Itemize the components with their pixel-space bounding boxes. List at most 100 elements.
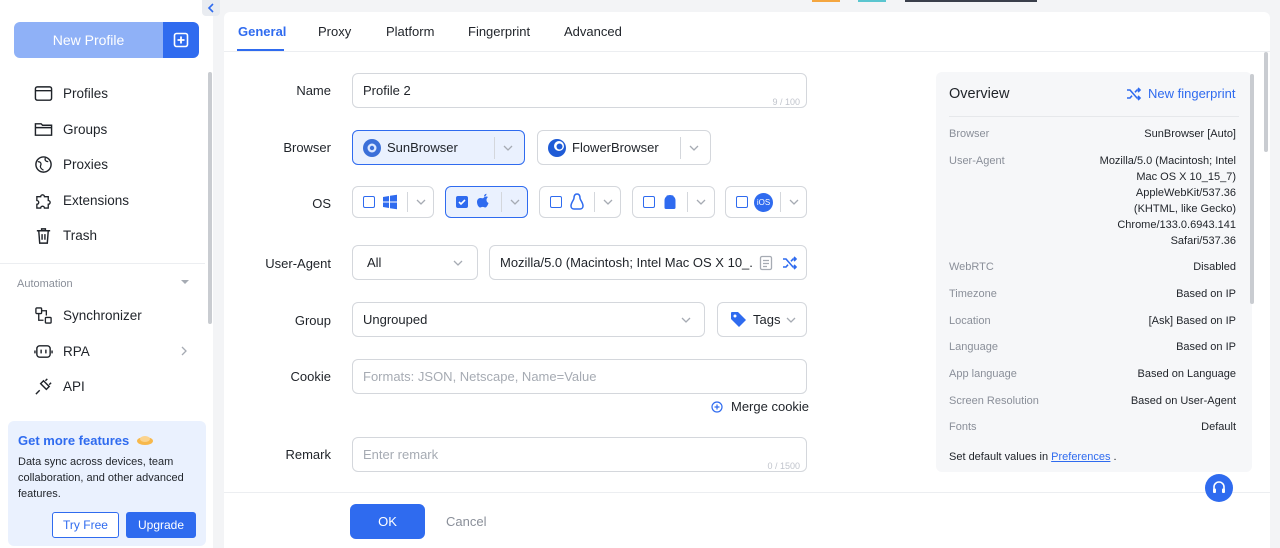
os-option-android[interactable] <box>632 186 715 218</box>
user-agent-input[interactable]: Mozilla/5.0 (Macintosh; Intel Mac OS X 1… <box>489 245 807 280</box>
sidebar-item-proxies[interactable]: Proxies <box>34 153 108 175</box>
automation-section-header[interactable]: Automation <box>17 278 189 290</box>
overview-label-browser: Browser <box>949 128 990 140</box>
ok-button[interactable]: OK <box>350 504 425 539</box>
chevron-down-icon[interactable] <box>416 197 426 207</box>
checkbox[interactable] <box>550 196 562 208</box>
trash-icon <box>36 227 51 244</box>
os-option-macos[interactable] <box>445 186 528 218</box>
chevron-down-icon[interactable] <box>603 197 613 207</box>
divider <box>780 192 781 212</box>
user-agent-value: Mozilla/5.0 (Macintosh; Intel Mac OS X 1… <box>500 255 753 270</box>
overview-scrollbar[interactable] <box>1250 74 1254 304</box>
divider <box>494 136 495 159</box>
chevron-down-icon[interactable] <box>510 197 520 207</box>
group-select[interactable]: Ungrouped <box>352 302 705 337</box>
preferences-link[interactable]: Preferences <box>1051 451 1110 463</box>
os-label: OS <box>312 196 331 211</box>
sidebar-item-profiles[interactable]: Profiles <box>34 82 108 104</box>
user-agent-filter-select[interactable]: All <box>352 245 478 280</box>
sidebar-item-synchronizer[interactable]: Synchronizer <box>34 304 142 326</box>
overview-value-location: [Ask] Based on IP <box>1148 315 1236 327</box>
globe-icon <box>35 155 52 173</box>
plus-circle-icon <box>711 400 723 413</box>
try-free-button[interactable]: Try Free <box>52 512 119 538</box>
checkbox[interactable] <box>363 196 375 208</box>
document-icon[interactable] <box>759 255 773 271</box>
tab-platform[interactable]: Platform <box>386 24 434 39</box>
chevron-down-icon[interactable] <box>789 197 799 207</box>
user-agent-label: User-Agent <box>265 256 331 271</box>
divider <box>949 116 1239 117</box>
android-icon <box>664 194 676 209</box>
sidebar-item-label: API <box>63 378 85 394</box>
chevron-down-icon[interactable] <box>503 143 513 153</box>
tab-advanced[interactable]: Advanced <box>564 24 622 39</box>
form-footer: OK Cancel <box>224 492 1270 548</box>
merge-cookie-label: Merge cookie <box>731 399 810 414</box>
new-profile-button[interactable]: New Profile <box>14 22 199 58</box>
overview-label-location: Location <box>949 315 991 327</box>
merge-cookie-button[interactable]: Merge cookie <box>711 399 809 414</box>
tab-proxy[interactable]: Proxy <box>318 24 351 39</box>
browser-option-sunbrowser[interactable]: SunBrowser <box>352 130 525 165</box>
sidebar-item-rpa[interactable]: RPA <box>34 340 189 362</box>
os-option-ios[interactable]: iOS <box>725 186 807 218</box>
sidebar-item-groups[interactable]: Groups <box>34 118 107 140</box>
cookie-input[interactable]: Formats: JSON, Netscape, Name=Value <box>352 359 807 394</box>
main-scrollbar[interactable] <box>1264 52 1268 152</box>
os-option-linux[interactable] <box>539 186 621 218</box>
sidebar-item-label: Proxies <box>63 156 109 172</box>
sidebar-scrollbar[interactable] <box>208 72 212 324</box>
collapse-sidebar-button[interactable] <box>202 0 220 16</box>
plug-icon <box>35 377 52 395</box>
active-tab-indicator <box>237 49 284 51</box>
sidebar-item-trash[interactable]: Trash <box>34 224 97 246</box>
sidebar-item-api[interactable]: API <box>34 375 85 397</box>
new-fingerprint-label: New fingerprint <box>1148 86 1236 101</box>
tab-general[interactable]: General <box>238 24 286 39</box>
name-input[interactable]: Profile 2 9 / 100 <box>352 73 807 108</box>
upgrade-button[interactable]: Upgrade <box>126 512 196 538</box>
folder-icon <box>34 122 53 136</box>
checkbox-checked[interactable] <box>456 196 468 208</box>
sidebar: New Profile Profiles Groups Proxies Exte… <box>0 0 213 548</box>
sidebar-item-label: Profiles <box>63 85 109 101</box>
os-option-windows[interactable] <box>352 186 434 218</box>
checkbox[interactable] <box>643 196 655 208</box>
chevron-right-icon <box>181 346 187 356</box>
tab-fingerprint[interactable]: Fingerprint <box>468 24 530 39</box>
browser-name: SunBrowser <box>387 140 458 155</box>
support-chat-button[interactable] <box>1205 474 1233 502</box>
remark-input[interactable]: Enter remark 0 / 1500 <box>352 437 807 472</box>
user-agent-filter-value: All <box>367 255 382 270</box>
divider <box>680 136 681 159</box>
windows-icon <box>383 194 397 210</box>
tags-select[interactable]: Tags <box>717 302 807 337</box>
browser-option-flowerbrowser[interactable]: FlowerBrowser <box>537 130 711 165</box>
sidebar-item-label: Groups <box>63 121 108 137</box>
chevron-down-icon[interactable] <box>689 143 699 153</box>
puzzle-icon <box>36 193 51 209</box>
overview-value-browser: SunBrowser [Auto] <box>1144 128 1236 140</box>
synchronizer-icon <box>35 306 52 324</box>
tag-icon <box>731 312 746 327</box>
chevron-down-icon[interactable] <box>696 197 706 207</box>
new-fingerprint-button[interactable]: New fingerprint <box>1126 86 1235 101</box>
divider <box>687 192 688 212</box>
name-char-count: 9 / 100 <box>772 97 800 107</box>
checkbox[interactable] <box>736 196 748 208</box>
cancel-button[interactable]: Cancel <box>446 514 486 529</box>
new-profile-label[interactable]: New Profile <box>14 22 163 58</box>
name-label: Name <box>296 83 331 98</box>
overview-label-timezone: Timezone <box>949 288 997 300</box>
overview-value-language: Based on IP <box>1176 341 1236 353</box>
divider <box>501 192 502 212</box>
automation-label: Automation <box>17 278 73 290</box>
tab-bar: General Proxy Platform Fingerprint Advan… <box>224 12 1270 52</box>
sidebar-item-extensions[interactable]: Extensions <box>34 189 129 211</box>
remark-label: Remark <box>285 447 331 462</box>
shuffle-icon[interactable] <box>782 255 798 270</box>
add-profile-icon[interactable] <box>163 22 199 58</box>
overview-value-screen-resolution: Based on User-Agent <box>1130 395 1236 407</box>
